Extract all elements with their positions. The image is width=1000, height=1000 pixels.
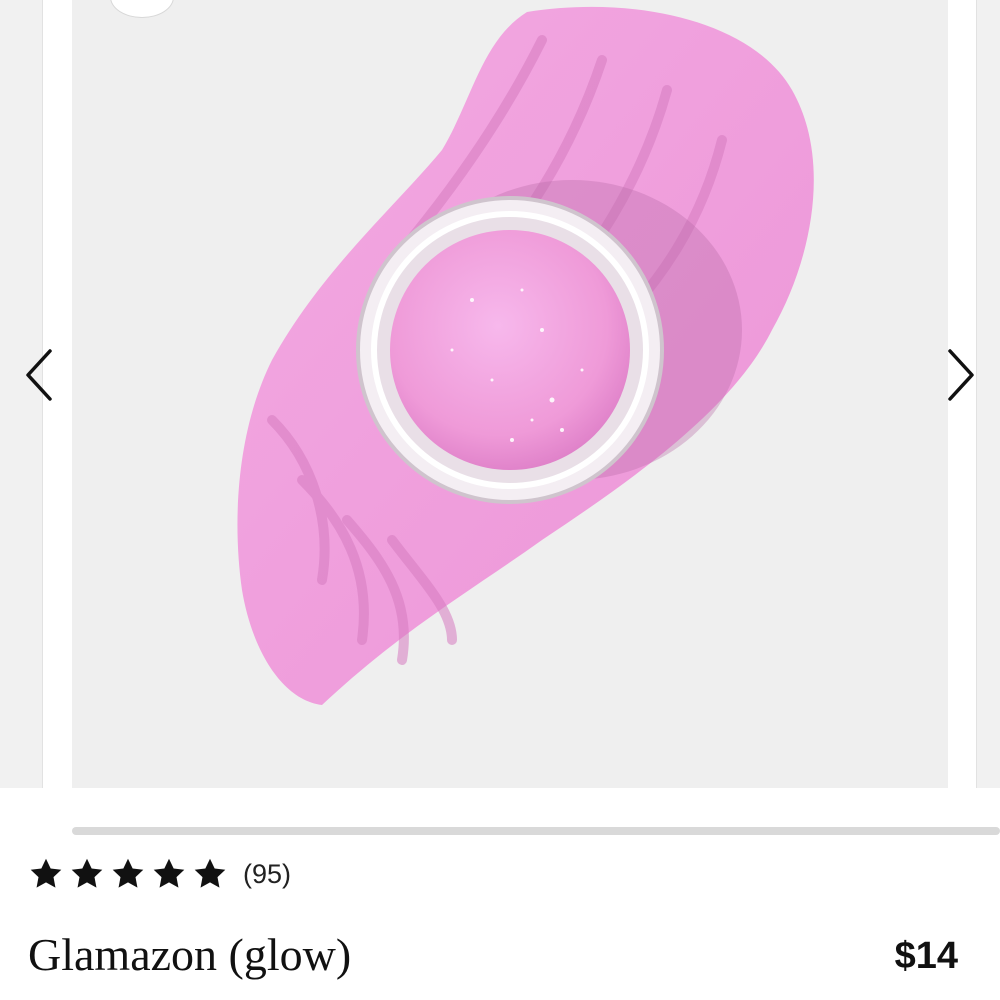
swatch-illustration xyxy=(237,6,814,705)
star-icon xyxy=(110,856,146,892)
chevron-right-icon xyxy=(948,349,974,401)
carousel-next-button[interactable] xyxy=(938,340,982,410)
star-icon xyxy=(151,856,187,892)
star-icon xyxy=(192,856,228,892)
product-image[interactable] xyxy=(72,0,948,788)
carousel-scroll-indicator[interactable] xyxy=(72,827,1000,835)
product-image-carousel[interactable] xyxy=(0,0,1000,790)
star-icon xyxy=(28,856,64,892)
star-rating xyxy=(28,856,233,892)
review-count[interactable]: (95) xyxy=(243,859,291,890)
product-page: (95) Glamazon (glow) $14 xyxy=(0,0,1000,1000)
chevron-left-icon xyxy=(26,349,52,401)
product-rating[interactable]: (95) xyxy=(28,852,291,896)
product-title: Glamazon (glow) xyxy=(28,929,352,980)
star-icon xyxy=(69,856,105,892)
carousel-prev-button[interactable] xyxy=(18,340,62,410)
product-price: $14 xyxy=(894,935,958,977)
